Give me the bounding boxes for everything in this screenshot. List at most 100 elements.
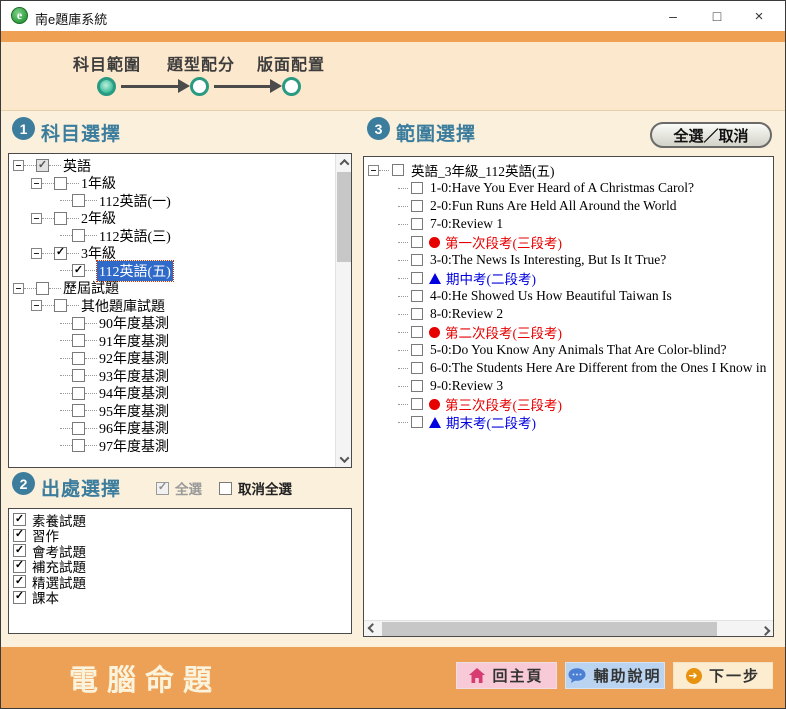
range-tree-node[interactable]: 4-0:He Showed Us How Beautiful Taiwan Is xyxy=(364,287,773,305)
subject-tree-node[interactable]: 112英語(三) xyxy=(9,227,351,245)
tree-checkbox[interactable] xyxy=(54,247,67,260)
subject-tree-node[interactable]: 2年級 xyxy=(9,210,351,228)
tree-node-label[interactable]: 8-0:Review 2 xyxy=(428,306,505,322)
subject-tree-node[interactable]: 93年度基測 xyxy=(9,367,351,385)
tree-checkbox[interactable] xyxy=(411,308,423,320)
tree-node-label[interactable]: 5-0:Do You Know Any Animals That Are Col… xyxy=(428,342,728,358)
range-tree-node[interactable]: 第三次段考(三段考) xyxy=(364,395,773,413)
tree-node-label[interactable]: 3-0:The News Is Interesting, But Is It T… xyxy=(428,252,668,268)
scroll-down-icon[interactable] xyxy=(336,451,352,467)
tree-node-label[interactable]: 7-0:Review 1 xyxy=(428,216,505,232)
source-checkbox[interactable] xyxy=(13,513,26,526)
subject-tree-node[interactable]: 96年度基測 xyxy=(9,420,351,438)
tree-node-label[interactable]: 6-0:The Students Here Are Different from… xyxy=(428,360,768,376)
source-item[interactable]: 精選試題 xyxy=(13,574,351,590)
tree-node-label[interactable]: 期中考(二段考) xyxy=(444,268,538,288)
tree-node-label[interactable]: 1-0:Have You Ever Heard of A Christmas C… xyxy=(428,180,696,196)
tree-node-label[interactable]: 4-0:He Showed Us How Beautiful Taiwan Is xyxy=(428,288,674,304)
subject-tree-node[interactable]: 95年度基測 xyxy=(9,402,351,420)
tree-checkbox[interactable] xyxy=(411,380,423,392)
tree-checkbox[interactable] xyxy=(392,164,404,176)
tree-checkbox[interactable] xyxy=(36,282,49,295)
tree-checkbox[interactable] xyxy=(36,159,49,172)
tree-node-label[interactable]: 英語_3年級_112英語(五) xyxy=(409,160,557,180)
tree-node-label[interactable]: 97年度基測 xyxy=(97,436,171,456)
tree-node-label[interactable]: 期末考(二段考) xyxy=(444,412,538,432)
tree-expander-minus-icon[interactable] xyxy=(31,248,42,259)
subject-tree-node[interactable]: 97年度基測 xyxy=(9,437,351,455)
range-tree-node[interactable]: 6-0:The Students Here Are Different from… xyxy=(364,359,773,377)
tree-checkbox[interactable] xyxy=(72,194,85,207)
source-checkbox[interactable] xyxy=(13,575,26,588)
subject-tree-node[interactable]: 其他題庫試題 xyxy=(9,297,351,315)
subject-tree-node[interactable]: 英語 xyxy=(9,157,351,175)
subject-tree-node[interactable]: 92年度基測 xyxy=(9,350,351,368)
select-all-toggle-button[interactable]: 全選／取消 xyxy=(650,122,772,148)
help-button[interactable]: 輔助說明 xyxy=(565,662,665,689)
source-checkbox[interactable] xyxy=(13,560,26,573)
tree-checkbox[interactable] xyxy=(72,352,85,365)
vertical-scrollbar[interactable] xyxy=(335,154,351,467)
range-tree-node[interactable]: 英語_3年級_112英語(五) xyxy=(364,161,773,179)
subject-tree-node[interactable]: 90年度基測 xyxy=(9,315,351,333)
range-tree-node[interactable]: 1-0:Have You Ever Heard of A Christmas C… xyxy=(364,179,773,197)
subject-tree-node[interactable]: 112英語(一) xyxy=(9,192,351,210)
tree-expander-minus-icon[interactable] xyxy=(13,283,24,294)
subject-tree-node[interactable]: 94年度基測 xyxy=(9,385,351,403)
range-tree-node[interactable]: 7-0:Review 1 xyxy=(364,215,773,233)
tree-node-label[interactable]: 第二次段考(三段考) xyxy=(443,322,564,342)
range-tree-node[interactable]: 3-0:The News Is Interesting, But Is It T… xyxy=(364,251,773,269)
source-item[interactable]: 課本 xyxy=(13,590,351,606)
tree-expander-minus-icon[interactable] xyxy=(368,165,379,176)
range-tree-node[interactable]: 期末考(二段考) xyxy=(364,413,773,431)
minimize-button[interactable]: – xyxy=(653,1,693,31)
scroll-up-icon[interactable] xyxy=(336,154,352,170)
deselect-all-checkbox[interactable] xyxy=(219,482,232,495)
tree-checkbox[interactable] xyxy=(72,439,85,452)
maximize-button[interactable]: □ xyxy=(697,1,737,31)
tree-checkbox[interactable] xyxy=(72,334,85,347)
home-button[interactable]: 回主頁 xyxy=(456,662,557,689)
tree-checkbox[interactable] xyxy=(54,212,67,225)
scroll-right-icon[interactable] xyxy=(757,621,773,637)
select-all-checkbox-group[interactable]: 全選 xyxy=(156,478,202,498)
subject-tree-node[interactable]: 1年級 xyxy=(9,175,351,193)
close-button[interactable]: × xyxy=(739,1,779,31)
deselect-all-checkbox-group[interactable]: 取消全選 xyxy=(219,478,292,498)
tree-checkbox[interactable] xyxy=(54,299,67,312)
tree-expander-minus-icon[interactable] xyxy=(31,300,42,311)
tree-checkbox[interactable] xyxy=(72,229,85,242)
range-tree-node[interactable]: 5-0:Do You Know Any Animals That Are Col… xyxy=(364,341,773,359)
tree-checkbox[interactable] xyxy=(411,236,423,248)
tree-checkbox[interactable] xyxy=(72,369,85,382)
tree-checkbox[interactable] xyxy=(411,290,423,302)
tree-expander-minus-icon[interactable] xyxy=(31,178,42,189)
range-tree-node[interactable]: 9-0:Review 3 xyxy=(364,377,773,395)
scroll-left-icon[interactable] xyxy=(364,621,380,637)
source-item[interactable]: 素養試題 xyxy=(13,512,351,528)
subject-tree-node[interactable]: 3年級 xyxy=(9,245,351,263)
tree-checkbox[interactable] xyxy=(411,254,423,266)
range-tree-node[interactable]: 第二次段考(三段考) xyxy=(364,323,773,341)
tree-checkbox[interactable] xyxy=(72,422,85,435)
scrollbar-thumb[interactable] xyxy=(337,172,351,262)
tree-checkbox[interactable] xyxy=(411,326,423,338)
tree-checkbox[interactable] xyxy=(411,200,423,212)
tree-checkbox[interactable] xyxy=(411,416,423,428)
source-item-label[interactable]: 課本 xyxy=(32,587,59,607)
tree-node-label[interactable]: 第一次段考(三段考) xyxy=(443,232,564,252)
range-tree-node[interactable]: 8-0:Review 2 xyxy=(364,305,773,323)
tree-checkbox[interactable] xyxy=(72,264,85,277)
scrollbar-thumb[interactable] xyxy=(382,622,717,636)
horizontal-scrollbar[interactable] xyxy=(364,620,773,636)
select-all-checkbox[interactable] xyxy=(156,482,169,495)
range-tree-node[interactable]: 2-0:Fun Runs Are Held All Around the Wor… xyxy=(364,197,773,215)
subject-tree-node[interactable]: 91年度基測 xyxy=(9,332,351,350)
tree-node-label[interactable]: 2-0:Fun Runs Are Held All Around the Wor… xyxy=(428,198,679,214)
tree-checkbox[interactable] xyxy=(72,387,85,400)
tree-checkbox[interactable] xyxy=(72,404,85,417)
tree-checkbox[interactable] xyxy=(411,362,423,374)
next-step-button[interactable]: ➜ 下一步 xyxy=(673,662,773,689)
tree-expander-minus-icon[interactable] xyxy=(13,160,24,171)
range-tree-node[interactable]: 期中考(二段考) xyxy=(364,269,773,287)
